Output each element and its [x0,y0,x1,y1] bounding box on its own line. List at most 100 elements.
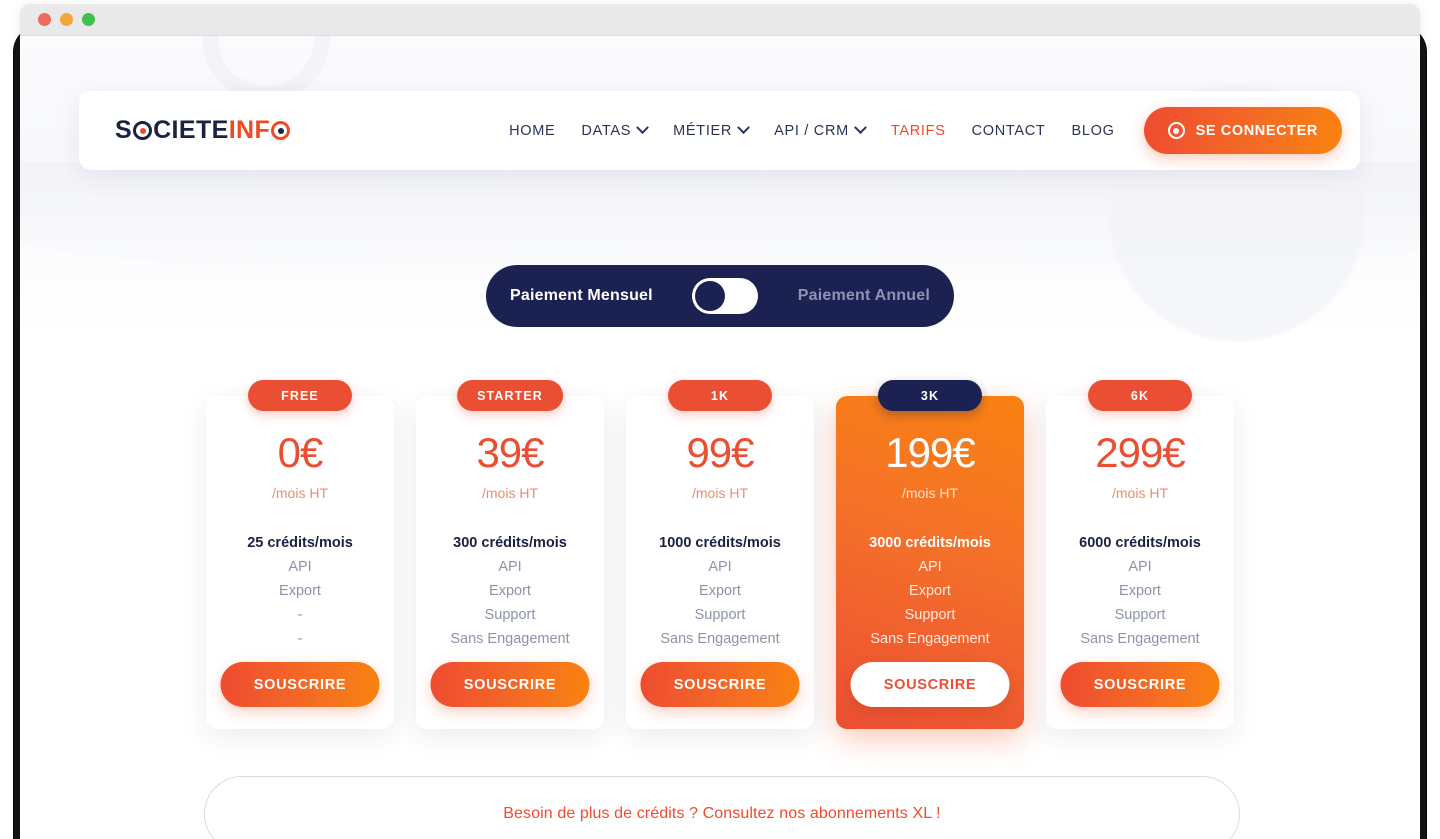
plan-feature: 3000 crédits/mois [869,535,991,551]
site-header: S CIETE INF HOME DATAS MÉTIER API / CRM … [79,91,1360,170]
plan-feature: Export [909,583,951,599]
maximize-window-button[interactable] [82,13,95,26]
login-button[interactable]: SE CONNECTER [1143,107,1342,154]
plan-feature: - [297,607,303,623]
plan-features: 300 crédits/mois API Export Support Sans… [430,531,590,651]
plan-card-body: 39€ /mois HT 300 crédits/mois API Export… [416,396,604,729]
plan-feature: Export [699,583,741,599]
plan-feature: Export [279,583,321,599]
subscribe-button[interactable]: SOUSCRIRE [1060,662,1220,707]
plan-price: 299€ [1095,429,1185,476]
plan-badge: 3K [878,380,982,411]
nav-item-blog[interactable]: BLOG [1058,113,1127,149]
billing-period-toggle: Paiement Mensuel Paiement Annuel [486,265,954,327]
plan-feature: API [1128,559,1152,575]
target-circle-icon [1167,122,1185,139]
subscribe-button[interactable]: SOUSCRIRE [220,662,380,707]
minimize-window-button[interactable] [60,13,73,26]
plan-price: 99€ [686,429,754,476]
nav-label: DATAS [581,122,632,139]
plan-feature: Sans Engagement [660,631,780,647]
subscribe-button[interactable]: SOUSCRIRE [640,662,800,707]
chevron-down-icon [737,121,750,135]
plan-badge: 1K [668,380,772,411]
billing-annual-label[interactable]: Paiement Annuel [798,287,930,305]
plan-features: 6000 crédits/mois API Export Support San… [1060,531,1220,651]
plan-feature: 6000 crédits/mois [1079,535,1201,551]
plan-feature: 25 crédits/mois [247,535,353,551]
plan-feature: API [288,559,312,575]
nav-item-home[interactable]: HOME [496,113,568,149]
billing-monthly-label[interactable]: Paiement Mensuel [510,287,653,305]
plan-badge: FREE [248,380,352,411]
subscribe-button[interactable]: SOUSCRIRE [850,662,1010,707]
plan-price: 199€ [885,429,975,476]
ring-dot-icon [271,121,291,140]
logo-text-part3: INF [228,116,271,144]
plan-feature: API [708,559,732,575]
browser-window: S CIETE INF HOME DATAS MÉTIER API / CRM … [20,4,1420,839]
plan-feature: - [297,631,303,647]
ring-dot-icon [133,121,153,140]
plan-feature: Support [484,607,536,623]
plan-feature: Export [1119,583,1161,599]
main-navigation: HOME DATAS MÉTIER API / CRM TARIFS CONTA… [496,107,1342,154]
site-logo[interactable]: S CIETE INF [115,116,291,145]
plan-features: 25 crédits/mois API Export - - [220,531,380,651]
plan-feature: Support [904,607,956,623]
pricing-card-6k: 6K 299€ /mois HT 6000 crédits/mois API E… [1046,380,1234,729]
plan-badge: STARTER [457,380,563,411]
plan-feature: Export [489,583,531,599]
plan-feature: Sans Engagement [870,631,990,647]
plan-badge: 6K [1088,380,1192,411]
nav-label: BLOG [1071,122,1115,139]
plan-feature: Support [1114,607,1166,623]
plan-card-body: 299€ /mois HT 6000 crédits/mois API Expo… [1046,396,1234,729]
logo-text-part2: CIETE [153,116,229,144]
nav-item-contact[interactable]: CONTACT [959,113,1059,149]
subscribe-button[interactable]: SOUSCRIRE [430,662,590,707]
plan-price: 0€ [277,429,324,476]
billing-toggle-switch[interactable] [692,278,759,314]
plan-feature: 300 crédits/mois [453,535,567,551]
pricing-card-starter: STARTER 39€ /mois HT 300 crédits/mois AP… [416,380,604,729]
nav-label: HOME [509,122,556,139]
nav-item-tarifs[interactable]: TARIFS [878,113,959,149]
nav-label: CONTACT [971,122,1046,139]
nav-label: API / CRM [774,122,849,139]
nav-label: TARIFS [890,122,946,139]
plan-feature: 1000 crédits/mois [659,535,781,551]
plan-features: 1000 crédits/mois API Export Support San… [640,531,800,651]
plan-card-body: 0€ /mois HT 25 crédits/mois API Export -… [206,396,394,729]
nav-item-metier[interactable]: MÉTIER [660,113,761,149]
plan-period: /mois HT [1112,485,1168,501]
toggle-knob [695,281,726,311]
plan-period: /mois HT [692,485,748,501]
plan-card-body: 199€ /mois HT 3000 crédits/mois API Expo… [836,396,1024,729]
plan-price: 39€ [476,429,544,476]
login-button-label: SE CONNECTER [1195,122,1318,139]
nav-item-api-crm[interactable]: API / CRM [761,113,878,149]
chevron-down-icon [854,121,867,135]
page-canvas: S CIETE INF HOME DATAS MÉTIER API / CRM … [20,36,1420,839]
plan-feature: API [918,559,942,575]
browser-titlebar [20,4,1420,36]
logo-text-part1: S [115,116,133,144]
plan-feature: Sans Engagement [450,631,570,647]
chevron-down-icon [636,121,649,135]
plan-feature: Sans Engagement [1080,631,1200,647]
plan-period: /mois HT [482,485,538,501]
nav-label: MÉTIER [673,122,733,139]
plan-period: /mois HT [272,485,328,501]
xl-subscription-banner[interactable]: Besoin de plus de crédits ? Consultez no… [204,776,1240,839]
pricing-card-free: FREE 0€ /mois HT 25 crédits/mois API Exp… [206,380,394,729]
plan-features: 3000 crédits/mois API Export Support San… [850,531,1010,651]
plan-card-body: 99€ /mois HT 1000 crédits/mois API Expor… [626,396,814,729]
close-window-button[interactable] [38,13,51,26]
pricing-card-3k: 3K 199€ /mois HT 3000 crédits/mois API E… [836,380,1024,729]
plan-feature: Support [694,607,746,623]
nav-item-datas[interactable]: DATAS [568,113,660,149]
pricing-plans: FREE 0€ /mois HT 25 crédits/mois API Exp… [20,380,1420,729]
pricing-card-1k: 1K 99€ /mois HT 1000 crédits/mois API Ex… [626,380,814,729]
plan-period: /mois HT [902,485,958,501]
